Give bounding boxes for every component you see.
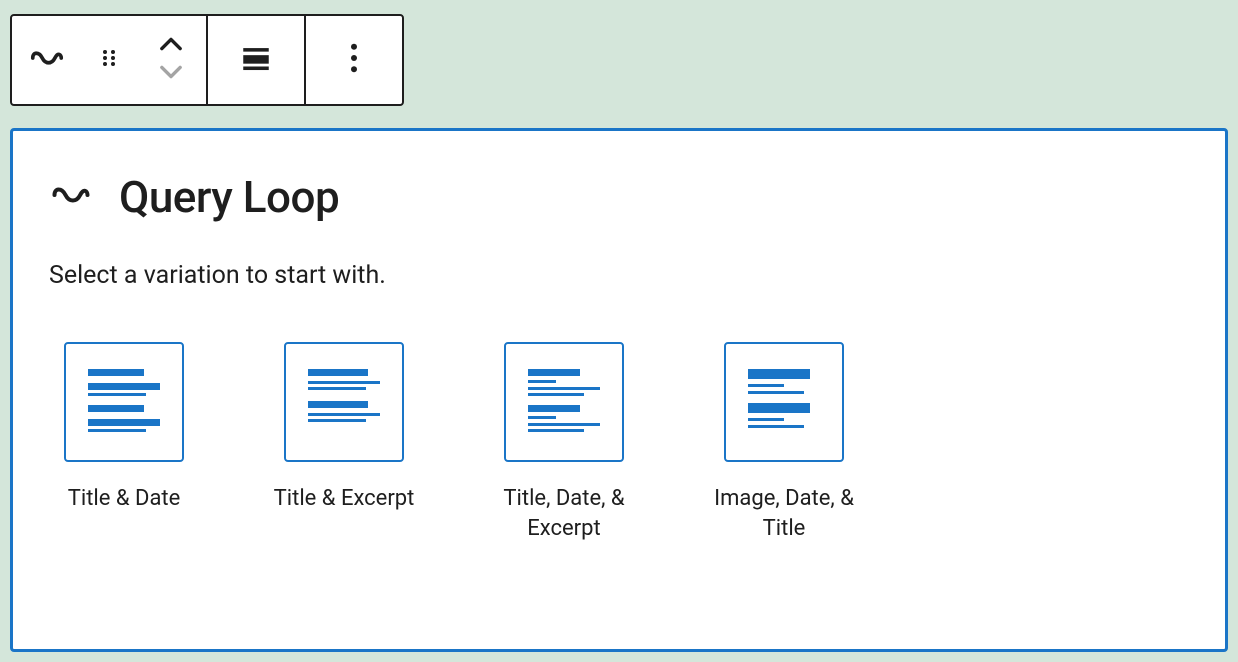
variation-label: Title, Date, & Excerpt	[489, 484, 639, 543]
variation-picker: Title & Date Title & Excerpt	[49, 342, 1189, 543]
query-loop-icon	[49, 173, 93, 221]
variation-label: Image, Date, & Title	[709, 484, 859, 543]
query-loop-icon	[28, 39, 66, 81]
placeholder-title: Query Loop	[119, 171, 339, 223]
variation-icon-image-date-title	[724, 342, 844, 462]
move-down-button[interactable]	[157, 64, 185, 84]
variation-title-excerpt[interactable]: Title & Excerpt	[269, 342, 419, 543]
block-toolbar	[10, 14, 404, 106]
variation-image-date-title[interactable]: Image, Date, & Title	[709, 342, 859, 543]
chevron-up-icon	[157, 36, 185, 56]
move-up-button[interactable]	[157, 36, 185, 56]
options-button[interactable]	[350, 43, 358, 77]
drag-handle[interactable]	[97, 46, 121, 74]
drag-handle-icon	[97, 46, 121, 74]
variation-title-date[interactable]: Title & Date	[49, 342, 199, 543]
block-type-button[interactable]	[28, 39, 66, 81]
more-options-icon	[350, 43, 358, 77]
placeholder-instructions: Select a variation to start with.	[49, 261, 1189, 290]
variation-title-date-excerpt[interactable]: Title, Date, & Excerpt	[489, 342, 639, 543]
align-button[interactable]	[239, 41, 273, 79]
variation-icon-title-date-excerpt	[504, 342, 624, 462]
variation-icon-title-excerpt	[284, 342, 404, 462]
chevron-down-icon	[157, 64, 185, 84]
variation-icon-title-date	[64, 342, 184, 462]
variation-label: Title & Excerpt	[274, 484, 415, 514]
placeholder-header: Query Loop	[49, 171, 1189, 223]
query-loop-placeholder: Query Loop Select a variation to start w…	[10, 128, 1228, 652]
variation-label: Title & Date	[68, 484, 181, 514]
align-icon	[239, 41, 273, 79]
